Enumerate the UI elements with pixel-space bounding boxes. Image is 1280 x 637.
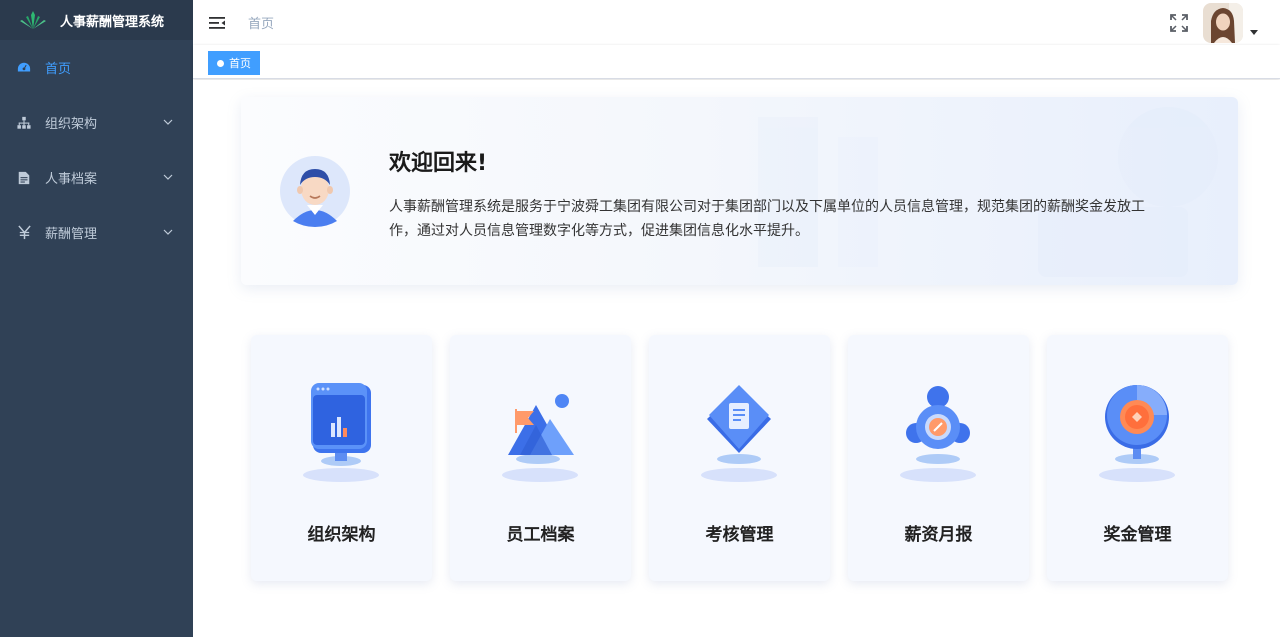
card-bonus[interactable]: 奖金管理: [1047, 335, 1228, 581]
welcome-title: 欢迎回来!: [389, 151, 488, 176]
breadcrumb[interactable]: 首页: [248, 13, 274, 32]
fullscreen-icon[interactable]: [1169, 13, 1189, 33]
logo[interactable]: 人事薪酬管理系统: [0, 0, 193, 40]
bonus-icon: [1099, 385, 1175, 482]
card-salary-report[interactable]: 薪资月报: [848, 335, 1029, 581]
card-label: 薪资月报: [904, 525, 973, 545]
logo-icon: [20, 11, 46, 29]
card-assessment[interactable]: 考核管理: [649, 335, 830, 581]
sidebar-item-salary[interactable]: 薪酬管理: [0, 205, 193, 260]
tag-label: 首页: [229, 57, 251, 70]
sidebar-item-label: 首页: [45, 62, 72, 77]
banner-decoration: [758, 107, 1218, 277]
dashboard-icon: [16, 60, 32, 76]
tags-view: 首页: [193, 45, 1280, 79]
card-label: 奖金管理: [1103, 525, 1172, 545]
sidebar-item-label: 薪酬管理: [45, 227, 98, 242]
active-dot-icon: [217, 59, 224, 67]
sidebar-item-personnel-files[interactable]: 人事档案: [0, 150, 193, 205]
yen-icon: [16, 225, 32, 241]
document-icon: [16, 170, 32, 186]
sidebar-item-home[interactable]: 首页: [0, 40, 193, 95]
welcome-description: 人事薪酬管理系统是服务于宁波舜工集团有限公司对于集团部门以及下属单位的人员信息管…: [389, 199, 1145, 239]
org-chart-icon: [303, 383, 379, 482]
chevron-down-icon: [163, 174, 173, 180]
quick-access-cards: 组织架构 员工档案 考核管理 薪资月报 奖金管理: [251, 335, 1228, 581]
salary-report-icon: [900, 386, 976, 482]
app-title: 人事薪酬管理系统: [60, 14, 165, 30]
card-label: 组织架构: [307, 525, 376, 545]
card-label: 员工档案: [506, 525, 575, 545]
chevron-down-icon: [163, 119, 173, 125]
org-tree-icon: [16, 115, 32, 131]
sidebar-item-label: 人事档案: [45, 172, 98, 187]
card-employee-files[interactable]: 员工档案: [450, 335, 631, 581]
sidebar-item-label: 组织架构: [45, 117, 98, 132]
welcome-banner: 欢迎回来! 人事薪酬管理系统是服务于宁波舜工集团有限公司对于集团部门以及下属单位…: [241, 97, 1238, 285]
avatar[interactable]: [1203, 2, 1243, 43]
caret-down-icon[interactable]: [1250, 28, 1258, 36]
main-content: 欢迎回来! 人事薪酬管理系统是服务于宁波舜工集团有限公司对于集团部门以及下属单位…: [193, 80, 1280, 637]
user-avatar-icon: [280, 156, 350, 227]
employee-file-icon: [502, 394, 578, 482]
top-navbar: 首页: [193, 0, 1280, 45]
tag-home[interactable]: 首页: [208, 51, 260, 75]
hamburger-icon[interactable]: [208, 14, 226, 32]
sidebar: 人事薪酬管理系统 首页 组织架构 人事档案 薪酬管理: [0, 0, 193, 637]
sidebar-item-org[interactable]: 组织架构: [0, 95, 193, 150]
assessment-icon: [701, 385, 777, 482]
chevron-down-icon: [163, 229, 173, 235]
header-right: [1169, 0, 1258, 45]
card-label: 考核管理: [705, 525, 774, 545]
card-org-structure[interactable]: 组织架构: [251, 335, 432, 581]
